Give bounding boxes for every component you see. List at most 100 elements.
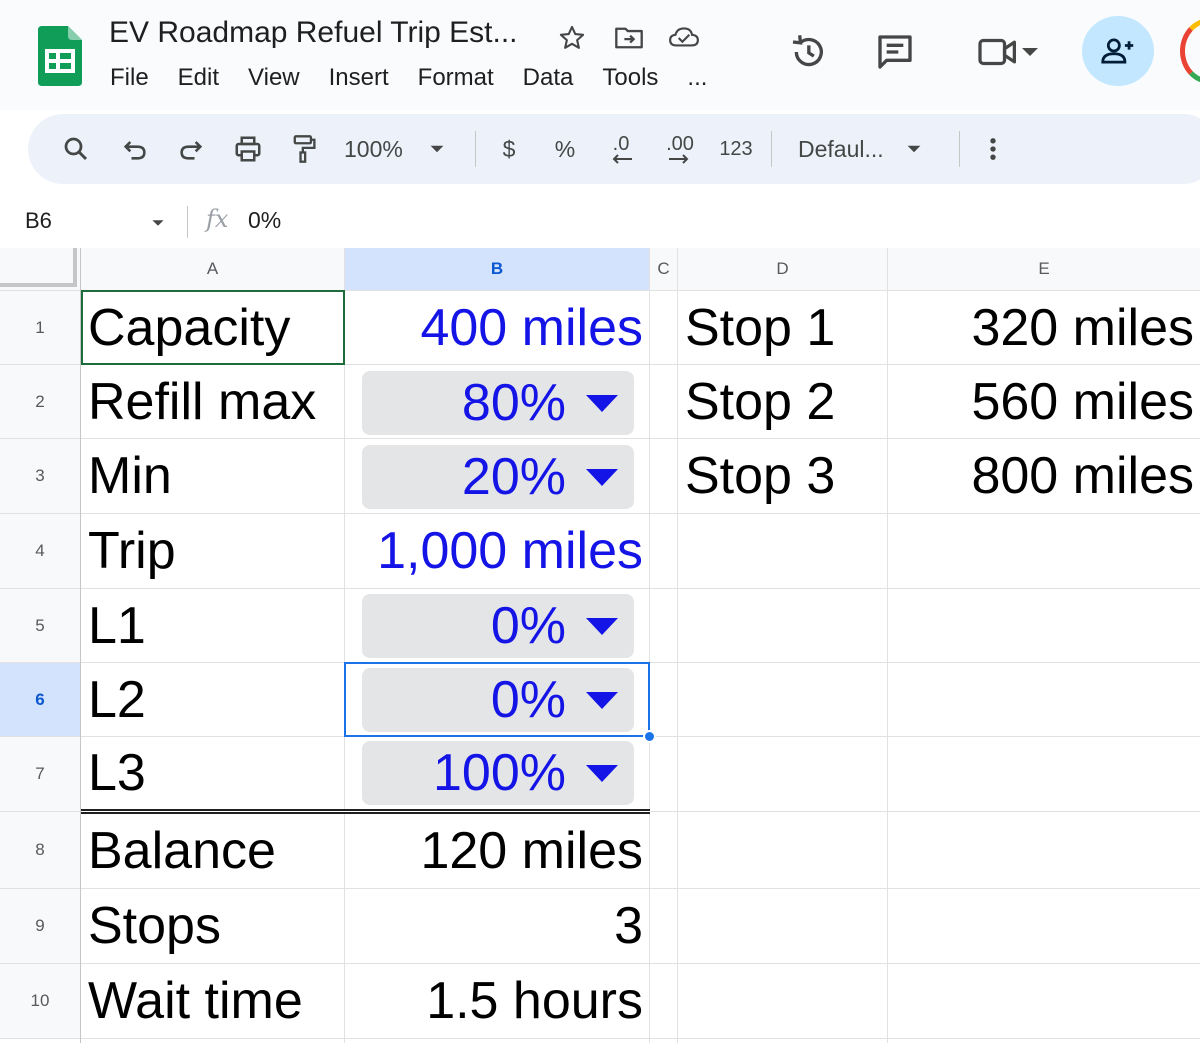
sheets-logo-icon[interactable] <box>38 26 82 86</box>
cell-a7[interactable]: L3 <box>81 737 344 809</box>
increase-decimal-label: .00 <box>666 133 694 155</box>
dropdown-arrow-icon <box>586 617 618 635</box>
row-header-6[interactable]: 6 <box>0 663 80 736</box>
column-header-e[interactable]: E <box>888 248 1200 290</box>
share-button[interactable] <box>1082 16 1154 86</box>
spreadsheet-grid: A B C D E 1 2 3 4 5 6 7 8 9 10 Capacity … <box>0 248 1200 1043</box>
menu-format[interactable]: Format <box>418 64 494 92</box>
chevron-down-icon <box>1022 48 1038 56</box>
history-icon[interactable] <box>786 30 830 74</box>
chevron-down-icon <box>430 145 444 153</box>
dropdown-chip-b7[interactable]: 100% <box>362 741 634 805</box>
column-header-a[interactable]: A <box>81 248 344 290</box>
menu-edit[interactable]: Edit <box>178 64 219 92</box>
cell-b10[interactable]: 1.5 hours <box>345 964 649 1038</box>
cell-a2[interactable]: Refill max <box>81 365 344 438</box>
more-vert-icon[interactable] <box>980 128 1006 170</box>
cell-a1-border <box>81 290 345 365</box>
cell-a4[interactable]: Trip <box>81 514 344 588</box>
cell-b1[interactable]: 400 miles <box>345 291 649 364</box>
cell-a5[interactable]: L1 <box>81 589 344 662</box>
cell-b8[interactable]: 120 miles <box>345 814 649 888</box>
currency-format-button[interactable]: $ <box>496 128 522 170</box>
active-cell-selection[interactable] <box>344 662 650 737</box>
row-header-3[interactable]: 3 <box>0 439 80 513</box>
cloud-status-icon[interactable] <box>668 22 700 54</box>
dropdown-chip-b5[interactable]: 0% <box>362 594 634 658</box>
search-icon[interactable] <box>58 128 94 170</box>
menu-more[interactable]: ... <box>687 64 707 92</box>
cell-a3[interactable]: Min <box>81 439 344 513</box>
account-avatar[interactable] <box>1180 18 1200 84</box>
cell-a10[interactable]: Wait time <box>81 964 344 1038</box>
video-call-icon[interactable] <box>968 30 1048 74</box>
cell-b3: 20% <box>461 448 566 506</box>
document-title[interactable]: EV Roadmap Refuel Trip Est... <box>109 16 518 50</box>
column-header-b[interactable]: B <box>345 248 649 290</box>
menu-bar: File Edit View Insert Format Data Tools … <box>110 64 736 92</box>
paint-format-icon[interactable] <box>286 128 322 170</box>
cell-b2: 80% <box>461 374 566 432</box>
name-box[interactable]: B6 <box>25 208 52 234</box>
move-to-folder-icon[interactable] <box>613 22 645 54</box>
cell-e2[interactable]: 560 miles <box>888 365 1200 438</box>
formula-bar: B6 fx 0% <box>0 196 1200 248</box>
column-header-c[interactable]: C <box>650 248 677 290</box>
title-bar: EV Roadmap Refuel Trip Est... File Edit … <box>0 0 1200 110</box>
font-select[interactable]: Defaul... <box>798 128 962 170</box>
column-header-d[interactable]: D <box>678 248 887 290</box>
row-header-9[interactable]: 9 <box>0 889 80 963</box>
formula-input[interactable]: 0% <box>248 207 281 234</box>
toolbar-divider <box>771 131 772 167</box>
row-header-2[interactable]: 2 <box>0 365 80 438</box>
row-header-7[interactable]: 7 <box>0 737 80 811</box>
toolbar: 100% $ % .0 .00 123 Defaul... <box>28 114 1200 184</box>
toolbar-divider <box>959 131 960 167</box>
add-person-icon <box>1101 38 1134 64</box>
fill-handle[interactable] <box>643 730 656 743</box>
cell-d1[interactable]: Stop 1 <box>678 291 887 364</box>
cell-e3[interactable]: 800 miles <box>888 439 1200 513</box>
gridline <box>0 1038 1200 1039</box>
cell-d2[interactable]: Stop 2 <box>678 365 887 438</box>
comments-icon[interactable] <box>873 30 917 74</box>
row-header-5[interactable]: 5 <box>0 589 80 662</box>
cell-a9[interactable]: Stops <box>81 889 344 963</box>
fx-icon: fx <box>206 205 229 233</box>
arrow-left-icon <box>612 154 632 164</box>
dropdown-chip-b3[interactable]: 20% <box>362 445 634 509</box>
cell-b7: 100% <box>433 744 566 802</box>
menu-file[interactable]: File <box>110 64 149 92</box>
menu-tools[interactable]: Tools <box>602 64 658 92</box>
star-icon[interactable] <box>556 22 588 54</box>
cell-a8[interactable]: Balance <box>81 814 344 888</box>
print-icon[interactable] <box>229 128 267 170</box>
zoom-select[interactable]: 100% <box>344 128 476 170</box>
chevron-down-icon[interactable] <box>150 216 166 230</box>
row-header-10[interactable]: 10 <box>0 964 80 1038</box>
row-header-4[interactable]: 4 <box>0 514 80 588</box>
cell-b4[interactable]: 1,000 miles <box>345 514 649 588</box>
menu-view[interactable]: View <box>248 64 300 92</box>
percent-format-button[interactable]: % <box>552 128 578 170</box>
menu-insert[interactable]: Insert <box>329 64 389 92</box>
cell-e1[interactable]: 320 miles <box>888 291 1200 364</box>
row-header-1[interactable]: 1 <box>0 291 80 364</box>
cell-a6[interactable]: L2 <box>81 663 344 736</box>
cell-b9[interactable]: 3 <box>345 889 649 963</box>
more-formats-button[interactable]: 123 <box>716 128 756 170</box>
freeze-handle[interactable] <box>0 248 77 287</box>
font-value: Defaul... <box>798 135 884 162</box>
zoom-value: 100% <box>344 135 403 162</box>
dropdown-arrow-icon <box>586 764 618 782</box>
redo-icon[interactable] <box>173 128 209 170</box>
undo-icon[interactable] <box>117 128 153 170</box>
increase-decimal-button[interactable]: .00 <box>658 128 702 170</box>
decrease-decimal-button[interactable]: .0 <box>602 128 640 170</box>
decrease-decimal-label: .0 <box>612 133 630 155</box>
dropdown-arrow-icon <box>586 394 618 412</box>
cell-d3[interactable]: Stop 3 <box>678 439 887 513</box>
row-header-8[interactable]: 8 <box>0 812 80 888</box>
menu-data[interactable]: Data <box>523 64 574 92</box>
dropdown-chip-b2[interactable]: 80% <box>362 371 634 435</box>
